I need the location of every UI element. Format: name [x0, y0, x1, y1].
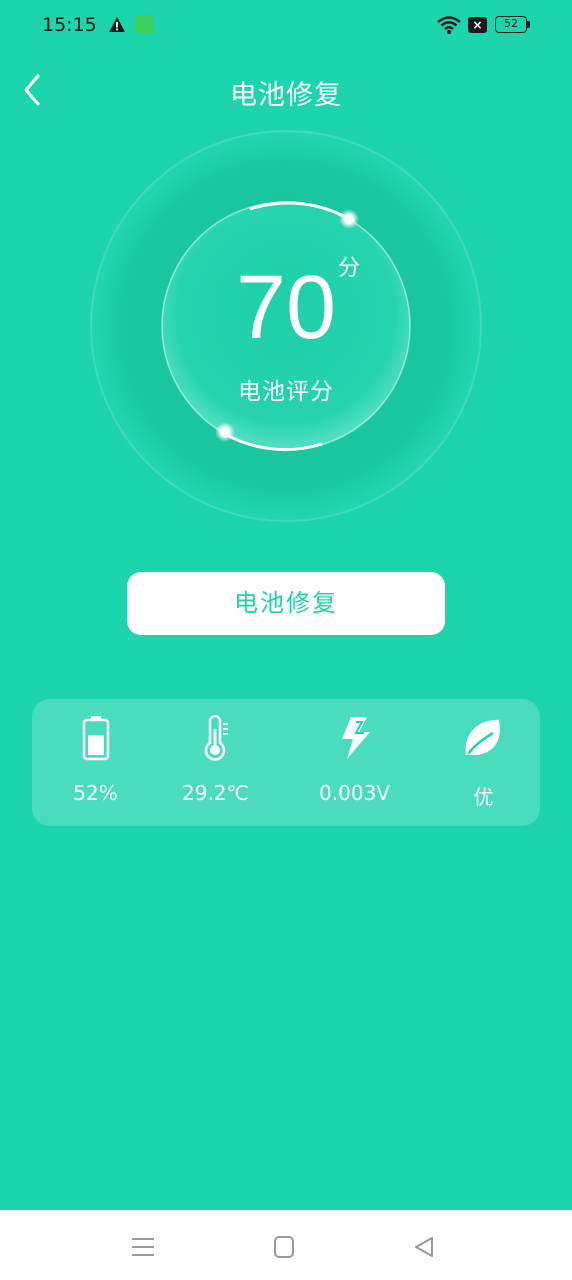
status-time: 15:15	[42, 14, 97, 36]
score-gauge: 70 分 电池评分	[90, 130, 482, 522]
system-nav-bar	[0, 1210, 572, 1280]
lightning-icon	[341, 717, 370, 759]
battery-tip	[527, 21, 530, 28]
score-unit: 分	[338, 256, 361, 281]
status-bar: 15:15 × 52	[0, 0, 572, 52]
sim-off-icon: ×	[468, 17, 487, 33]
score-value: 70	[235, 258, 337, 358]
nav-menu-button[interactable]	[128, 1232, 158, 1262]
stat-value: 优	[473, 785, 494, 809]
stat-value: 52%	[73, 781, 118, 805]
battery-level-icon	[82, 716, 109, 761]
stat-temperature: 29.2℃	[152, 699, 279, 826]
stat-voltage: 0.003V	[291, 699, 418, 826]
stat-value: 29.2℃	[182, 781, 249, 805]
page-title: 电池修复	[230, 80, 342, 111]
stat-battery-level: 52%	[32, 699, 159, 826]
thermometer-icon	[204, 715, 228, 761]
battery-stats-panel: 52% 29.2℃ 0.003V 优	[32, 699, 540, 826]
battery-level-text: 52	[504, 17, 518, 30]
back-triangle-icon	[415, 1237, 433, 1257]
stat-health: 优	[420, 699, 547, 826]
wifi-icon	[437, 16, 461, 34]
stat-value: 0.003V	[319, 781, 390, 805]
battery-icon: 52	[495, 16, 527, 33]
nav-home-button[interactable]	[270, 1232, 300, 1262]
app-notification-icon	[136, 15, 154, 34]
nav-back-button[interactable]	[410, 1232, 440, 1262]
menu-icon	[132, 1238, 154, 1256]
leaf-icon	[465, 719, 500, 756]
battery-repair-button[interactable]: 电池修复	[127, 572, 445, 635]
home-square-icon	[274, 1236, 294, 1258]
warning-icon	[109, 17, 125, 32]
header: 电池修复	[0, 60, 572, 120]
score-label: 电池评分	[238, 379, 334, 405]
